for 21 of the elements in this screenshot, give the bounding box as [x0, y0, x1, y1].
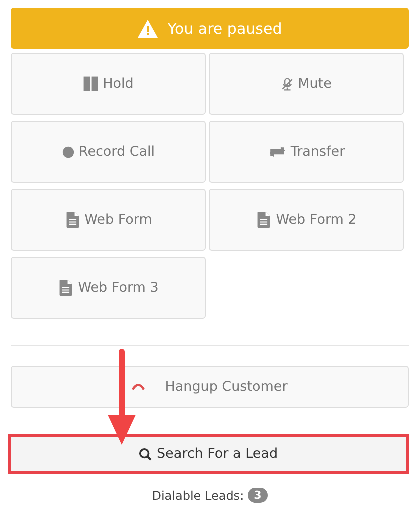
action-button[interactable]: Web Form 2	[209, 189, 404, 251]
muted-microphone-icon	[281, 78, 294, 90]
document-icon	[58, 280, 74, 296]
action-button[interactable]: Record Call	[11, 121, 206, 183]
document-icon	[256, 212, 272, 228]
action-button[interactable]: Web Form	[11, 189, 206, 251]
search-lead-button[interactable]: Search For a Lead	[8, 434, 409, 474]
hangup-button[interactable]: Hangup Customer	[11, 366, 409, 408]
lead-count-badge: 3	[248, 488, 268, 503]
record-dot-icon	[62, 146, 75, 158]
dialable-leads-label: Dialable Leads:	[152, 488, 244, 502]
alert-text: You are paused	[168, 20, 282, 38]
warning-icon	[138, 20, 158, 38]
action-button[interactable]: Hold	[11, 53, 206, 115]
action-button[interactable]: Web Form 3	[11, 257, 206, 319]
pause-icon	[83, 76, 100, 92]
action-button[interactable]: Transfer	[209, 121, 404, 183]
document-icon	[64, 212, 81, 228]
search-icon	[138, 448, 152, 460]
hangup-phone-icon	[132, 383, 146, 391]
action-button[interactable]: Mute	[209, 53, 404, 115]
